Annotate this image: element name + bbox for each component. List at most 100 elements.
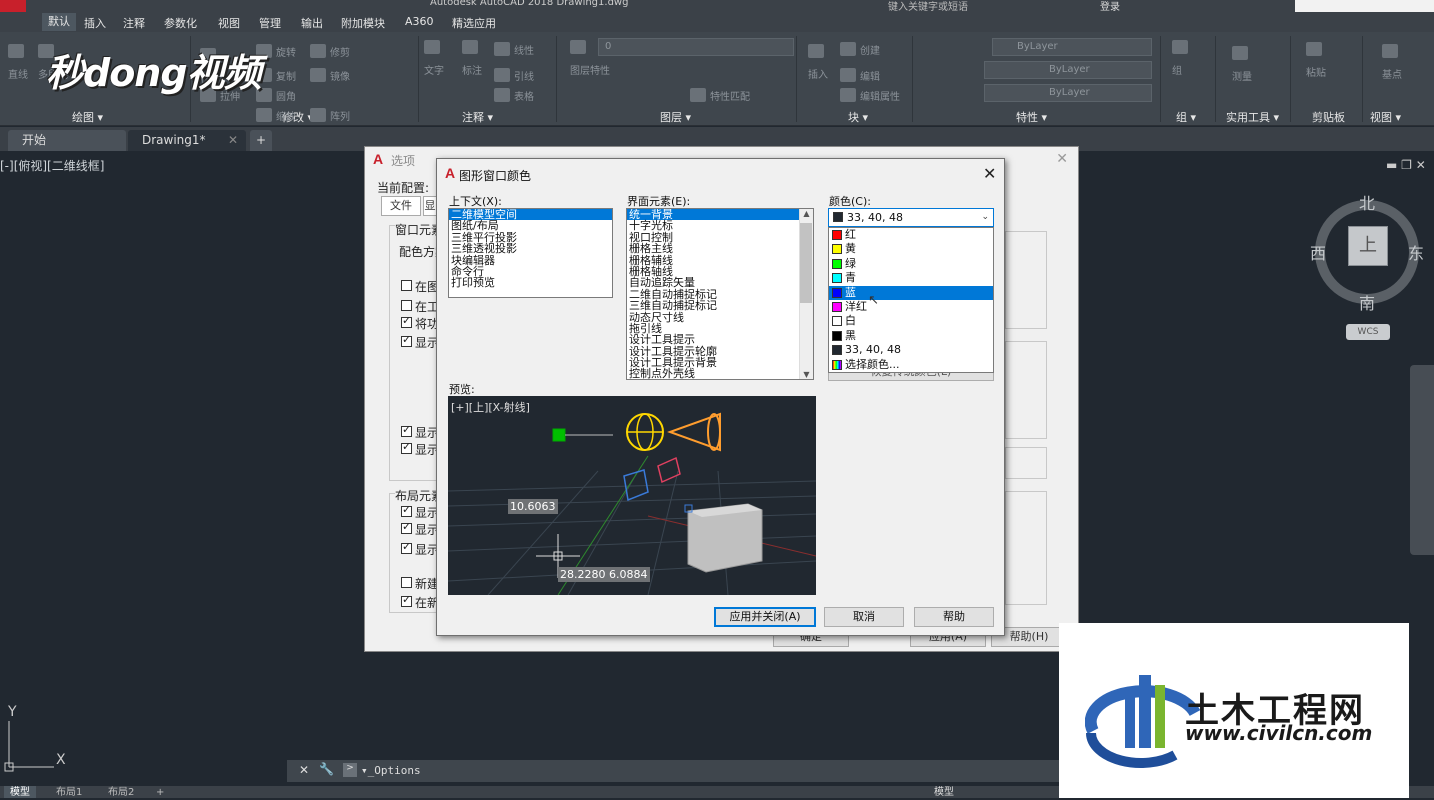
ribbon-tool-label[interactable]: 缩放 <box>276 108 296 123</box>
ribbon-tool-label[interactable]: 测量 <box>1232 68 1252 83</box>
ribbon-tool-label[interactable]: 圆角 <box>276 88 296 103</box>
ribbon-tool-label[interactable]: 线性 <box>514 42 534 57</box>
property-dropdown-2[interactable]: ByLayer <box>984 61 1152 79</box>
ribbon-tab-1[interactable]: 默认 <box>42 13 76 31</box>
property-dropdown-1[interactable]: ByLayer <box>992 38 1152 56</box>
ribbon-tool-icon[interactable] <box>840 68 856 82</box>
ribbon-tool-icon[interactable] <box>1172 40 1188 54</box>
close-icon[interactable]: ✕ <box>983 164 996 183</box>
color-dropdown-list[interactable]: 红黄绿青蓝洋红白黑 33, 40, 48 选择颜色... <box>828 227 994 373</box>
compass-east[interactable]: 东 <box>1408 240 1424 264</box>
ribbon-tool-label[interactable]: 组 <box>1172 62 1182 77</box>
ribbon-group-7[interactable]: 组 ▾ <box>1176 109 1196 125</box>
command-prompt-icon[interactable]: > <box>343 763 357 777</box>
ribbon-tool-label[interactable]: 旋转 <box>276 44 296 59</box>
color-option[interactable]: 33, 40, 48 <box>829 343 993 357</box>
color-option[interactable]: 选择颜色... <box>829 358 993 372</box>
ribbon-tool-icon[interactable] <box>494 68 510 82</box>
help-button[interactable]: 帮助 <box>914 607 994 627</box>
ribbon-tool-icon[interactable] <box>840 88 856 102</box>
ribbon-tool-icon[interactable] <box>808 44 824 58</box>
viewcube[interactable]: 上 北 南 西 东 WCS <box>1310 190 1424 360</box>
option-checkbox-1[interactable] <box>401 280 412 291</box>
interface-element-item[interactable]: 栅格主线 <box>627 243 813 255</box>
color-option[interactable]: 蓝 <box>829 285 993 300</box>
ribbon-tab-2[interactable]: 插入 <box>84 15 106 31</box>
ribbon-tab-6[interactable]: 管理 <box>259 15 281 31</box>
ribbon-tab-7[interactable]: 输出 <box>301 15 323 31</box>
color-option[interactable]: 青 <box>829 271 993 285</box>
ribbon-tool-label[interactable]: 阵列 <box>330 108 350 123</box>
ribbon-tool-icon[interactable] <box>310 108 326 122</box>
ribbon-tab-4[interactable]: 参数化 <box>164 15 197 31</box>
ribbon-tool-label[interactable]: 文字 <box>424 62 444 77</box>
ribbon-tab-8[interactable]: 附加模块 <box>341 15 385 31</box>
tab-model[interactable]: 模型 <box>4 786 36 798</box>
ribbon-tool-label[interactable]: 镜像 <box>330 68 350 83</box>
scroll-down-icon[interactable]: ▼ <box>800 370 813 379</box>
layout-checkbox-4[interactable] <box>401 577 412 588</box>
scroll-up-icon[interactable]: ▲ <box>800 209 813 218</box>
window-controls[interactable] <box>1295 0 1434 12</box>
ribbon-group-4[interactable]: 图层 ▾ <box>660 109 691 125</box>
ribbon-tool-icon[interactable] <box>424 40 440 54</box>
layout-checkbox-3[interactable] <box>401 540 412 554</box>
compass-west[interactable]: 西 <box>1310 240 1326 264</box>
scrollbar[interactable]: ▲ ▼ <box>799 209 813 379</box>
new-tab-button[interactable]: + <box>250 130 272 151</box>
interface-element-item[interactable]: 控制点外壳线 <box>627 368 813 379</box>
color-option[interactable]: 红 <box>829 228 993 242</box>
ribbon-tool-icon[interactable] <box>1232 46 1248 60</box>
cancel-button[interactable]: 取消 <box>824 607 904 627</box>
ribbon-tool-icon[interactable] <box>570 40 586 54</box>
ribbon-tool-icon[interactable] <box>8 44 24 58</box>
ribbon-tool-icon[interactable] <box>494 88 510 102</box>
ribbon-tool-label[interactable]: 图层特性 <box>570 62 610 77</box>
compass-south[interactable]: 南 <box>1359 290 1375 314</box>
color-option[interactable]: 绿 <box>829 257 993 271</box>
viewport-controls[interactable]: ▬ ❐ ✕ <box>1386 158 1426 172</box>
ribbon-tab-5[interactable]: 视图 <box>218 15 240 31</box>
ribbon-tool-icon[interactable] <box>1382 44 1398 58</box>
ribbon-tool-icon[interactable] <box>310 44 326 58</box>
ribbon-tool-label[interactable]: 基点 <box>1382 66 1402 81</box>
ribbon-group-10[interactable]: 视图 ▾ <box>1370 109 1401 125</box>
wcs-menu[interactable]: WCS <box>1346 324 1390 340</box>
layout-checkbox-5[interactable] <box>401 593 412 607</box>
option-checkbox-3[interactable] <box>401 314 412 328</box>
autocad-logo-icon[interactable] <box>0 0 26 12</box>
ribbon-tool-label[interactable]: 直线 <box>8 66 28 81</box>
ribbon-tool-icon[interactable] <box>1306 42 1322 56</box>
ribbon-group-1[interactable]: 绘图 ▾ <box>72 109 103 125</box>
close-icon[interactable]: ✕ <box>228 130 238 151</box>
ribbon-tab-3[interactable]: 注释 <box>123 15 145 31</box>
ribbon-tool-label[interactable]: 标注 <box>462 62 482 77</box>
ribbon-group-6[interactable]: 特性 ▾ <box>1016 109 1047 125</box>
context-item[interactable]: 打印预览 <box>449 277 612 289</box>
ribbon-tool-label[interactable]: 复制 <box>276 68 296 83</box>
color-option[interactable]: 黄 <box>829 242 993 256</box>
compass-north[interactable]: 北 <box>1359 190 1375 214</box>
viewcube-top-face[interactable]: 上 <box>1348 226 1388 266</box>
ribbon-tool-icon[interactable] <box>462 40 478 54</box>
ribbon-tool-icon[interactable] <box>840 42 856 56</box>
ribbon-tool-label[interactable]: 插入 <box>808 66 828 81</box>
close-icon[interactable]: ✕ <box>299 763 309 777</box>
ribbon-tool-label[interactable]: 创建 <box>860 42 880 57</box>
ribbon-tool-label[interactable]: 粘贴 <box>1306 64 1326 79</box>
ribbon-group-9[interactable]: 剪贴板 <box>1312 109 1345 125</box>
wrench-icon[interactable]: 🔧 <box>319 762 334 776</box>
ribbon-tool-label[interactable]: 特性匹配 <box>710 88 750 103</box>
ribbon-tool-icon[interactable] <box>690 88 706 102</box>
color-option[interactable]: 黑 <box>829 329 993 343</box>
layout-checkbox-2[interactable] <box>401 520 412 534</box>
color-combobox[interactable]: 33, 40, 48 ⌄ <box>828 208 994 227</box>
ribbon-tool-label[interactable]: 引线 <box>514 68 534 83</box>
layer-dropdown[interactable]: 0 <box>598 38 794 56</box>
ribbon-group-5[interactable]: 块 ▾ <box>848 109 868 125</box>
tab-start[interactable]: 开始 <box>8 130 126 151</box>
ribbon-tool-label[interactable]: 编辑属性 <box>860 88 900 103</box>
ribbon-tool-icon[interactable] <box>256 108 272 122</box>
ribbon-tool-label[interactable]: 修剪 <box>330 44 350 59</box>
color-option[interactable]: 白 <box>829 314 993 328</box>
